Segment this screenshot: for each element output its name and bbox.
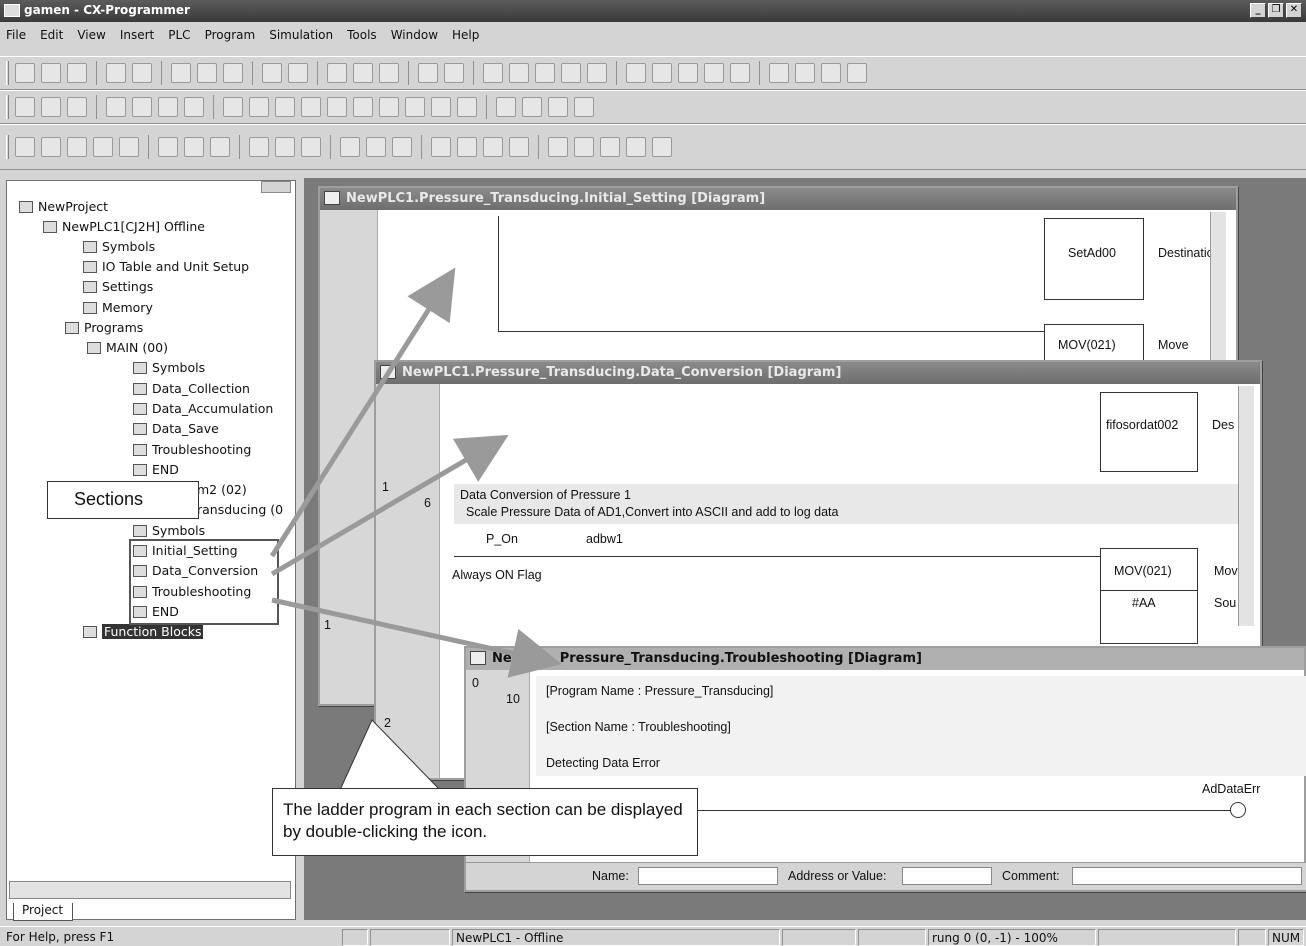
status-num: NUM: [1268, 929, 1304, 946]
status-help: For Help, press F1: [6, 930, 115, 944]
status-rung: rung 0 (0, -1) - 100%: [928, 929, 1096, 946]
callout-pointer: [339, 719, 442, 791]
instruction-callout: The ladder program in each section can b…: [272, 788, 698, 856]
arrow-to-initial-setting: [269, 267, 456, 558]
arrow-to-troubleshooting: [271, 597, 562, 678]
status-bar: For Help, press F1 NewPLC1 - Offline run…: [0, 926, 1306, 946]
arrow-to-data-conversion: [270, 434, 509, 577]
status-plc: NewPLC1 - Offline: [452, 929, 780, 946]
